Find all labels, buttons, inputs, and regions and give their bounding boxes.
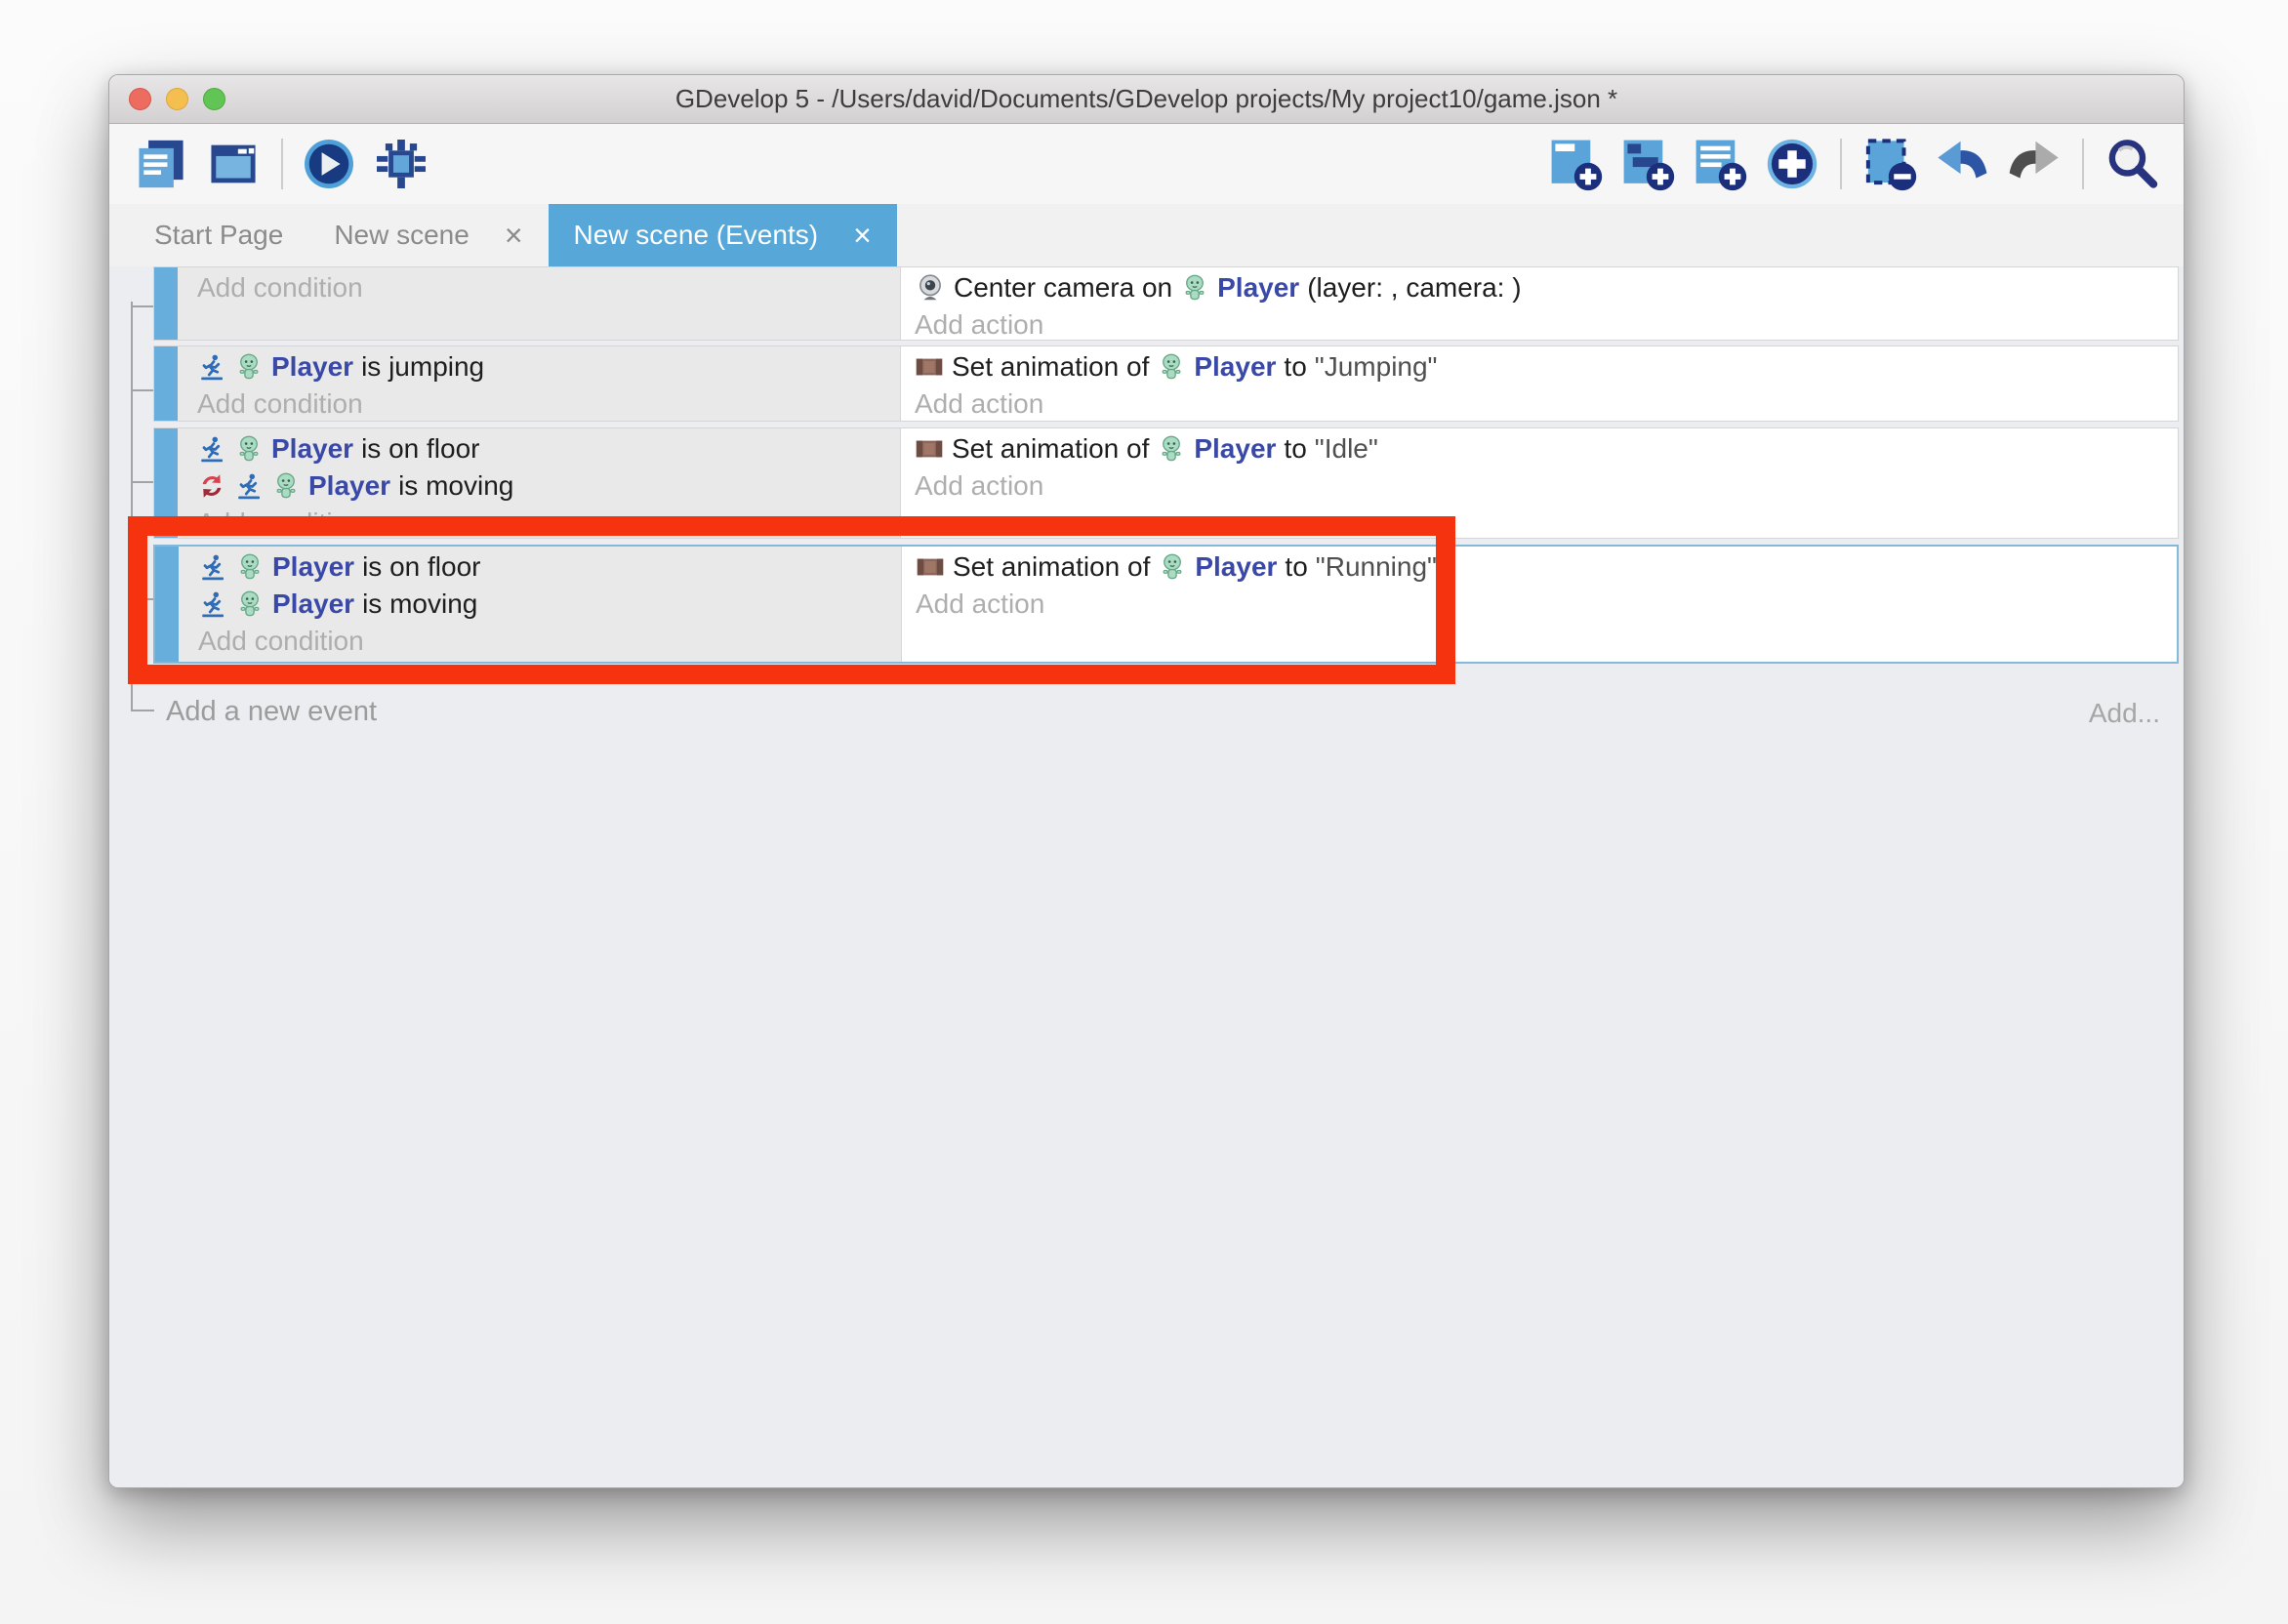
toolbar-separator	[2082, 139, 2084, 189]
add-event-type-button[interactable]	[1764, 136, 1820, 192]
event-drag-handle[interactable]	[155, 547, 179, 662]
platformer-behavior-icon	[198, 589, 227, 619]
condition-line[interactable]: Player is on floor	[197, 430, 900, 467]
action-line[interactable]: Set animation of Player to "Running"	[916, 548, 2177, 586]
window-title: GDevelop 5 - /Users/david/Documents/GDev…	[675, 84, 1617, 114]
animation-icon	[916, 555, 945, 579]
event-drag-handle[interactable]	[154, 428, 178, 538]
condition-line[interactable]: Player is moving	[198, 586, 901, 623]
player-object-icon	[1157, 352, 1186, 382]
add-action-button[interactable]: Add action	[916, 586, 2177, 623]
player-object-icon	[1158, 552, 1187, 582]
preview-button[interactable]	[301, 136, 357, 192]
undo-button[interactable]	[1934, 136, 1990, 192]
event-tree-stub	[131, 481, 154, 483]
event-tree-stub	[131, 389, 154, 391]
add-action-button[interactable]: Add action	[915, 386, 2178, 422]
debug-button[interactable]	[373, 136, 429, 192]
zoom-window-button[interactable]	[203, 88, 225, 110]
event-drag-handle[interactable]	[154, 346, 178, 421]
minimize-window-button[interactable]	[166, 88, 188, 110]
animation-icon	[915, 437, 944, 461]
add-more-button[interactable]: Add...	[2089, 698, 2160, 729]
platformer-behavior-icon	[197, 352, 226, 382]
actions-cell: Set animation of Player to "Idle" Add ac…	[901, 428, 2178, 538]
add-new-event-button[interactable]: Add a new event	[166, 696, 377, 728]
player-object-icon	[1157, 434, 1186, 464]
invert-condition-icon	[197, 471, 226, 501]
player-object-icon	[235, 552, 265, 582]
add-comment-button[interactable]	[1619, 136, 1676, 192]
conditions-cell: Player is on floor Player is moving Add …	[179, 547, 902, 662]
actions-cell: Set animation of Player to "Running" Add…	[902, 547, 2177, 662]
delete-event-button[interactable]	[1861, 136, 1918, 192]
search-button[interactable]	[2104, 136, 2160, 192]
add-condition-button[interactable]: Add condition	[197, 386, 900, 422]
add-action-button[interactable]: Add action	[915, 306, 2178, 341]
animation-icon	[915, 355, 944, 379]
action-line[interactable]: Set animation of Player to "Idle"	[915, 430, 2178, 467]
event-row: Player is on floor Player is moving Add …	[153, 427, 2179, 539]
traffic-lights	[129, 88, 225, 110]
condition-line[interactable]: Player is jumping	[197, 348, 900, 386]
toolbar	[109, 124, 2184, 204]
event-tree-stub	[131, 305, 154, 307]
add-condition-button[interactable]: Add condition	[198, 623, 901, 660]
action-line[interactable]: Set animation of Player to "Jumping"	[915, 348, 2178, 386]
tab-new-scene-events[interactable]: New scene (Events) ×	[549, 204, 897, 266]
player-object-icon	[234, 352, 264, 382]
event-tree-stub	[131, 598, 154, 600]
add-subevent-button[interactable]	[1692, 136, 1748, 192]
scene-editor-button[interactable]	[205, 136, 262, 192]
player-object-icon	[234, 434, 264, 464]
gdevelop-window: GDevelop 5 - /Users/david/Documents/GDev…	[108, 74, 2185, 1488]
close-tab-icon[interactable]: ×	[505, 220, 523, 251]
conditions-cell: Add condition	[178, 267, 901, 340]
add-action-button[interactable]: Add action	[915, 467, 2178, 505]
event-row: Add condition Center camera on Player (l…	[153, 266, 2179, 341]
close-window-button[interactable]	[129, 88, 151, 110]
events-sheet: Add condition Center camera on Player (l…	[109, 266, 2184, 1487]
event-tree-rail	[131, 302, 133, 711]
event-drag-handle[interactable]	[154, 267, 178, 340]
platformer-behavior-icon	[234, 471, 264, 501]
toolbar-right-group	[1532, 136, 2160, 192]
tab-start-page[interactable]: Start Page	[129, 204, 308, 266]
action-line[interactable]: Center camera on Player (layer: , camera…	[915, 269, 2178, 306]
close-tab-icon[interactable]: ×	[853, 220, 872, 251]
event-row: Player is jumping Add condition Set anim…	[153, 345, 2179, 422]
add-condition-button[interactable]: Add condition	[197, 505, 900, 539]
camera-icon	[915, 272, 946, 304]
titlebar: GDevelop 5 - /Users/david/Documents/GDev…	[109, 75, 2184, 124]
platformer-behavior-icon	[197, 434, 226, 464]
tab-bar: Start Page New scene × New scene (Events…	[109, 204, 2184, 266]
event-tree-stub	[131, 710, 154, 711]
platformer-behavior-icon	[198, 552, 227, 582]
actions-cell: Center camera on Player (layer: , camera…	[901, 267, 2178, 340]
toolbar-separator	[1840, 139, 1842, 189]
tab-new-scene[interactable]: New scene ×	[308, 204, 548, 266]
add-condition-button[interactable]: Add condition	[197, 269, 900, 306]
toolbar-separator	[281, 139, 283, 189]
condition-line[interactable]: Player is moving	[197, 467, 900, 505]
player-object-icon	[271, 471, 301, 501]
redo-button[interactable]	[2006, 136, 2063, 192]
conditions-cell: Player is jumping Add condition	[178, 346, 901, 421]
event-row-selected: Player is on floor Player is moving Add …	[153, 545, 2179, 664]
condition-line[interactable]: Player is on floor	[198, 548, 901, 586]
player-object-icon	[235, 589, 265, 619]
actions-cell: Set animation of Player to "Jumping" Add…	[901, 346, 2178, 421]
player-object-icon	[1180, 273, 1209, 303]
conditions-cell: Player is on floor Player is moving Add …	[178, 428, 901, 538]
add-standard-event-button[interactable]	[1547, 136, 1604, 192]
project-manager-button[interactable]	[133, 136, 189, 192]
